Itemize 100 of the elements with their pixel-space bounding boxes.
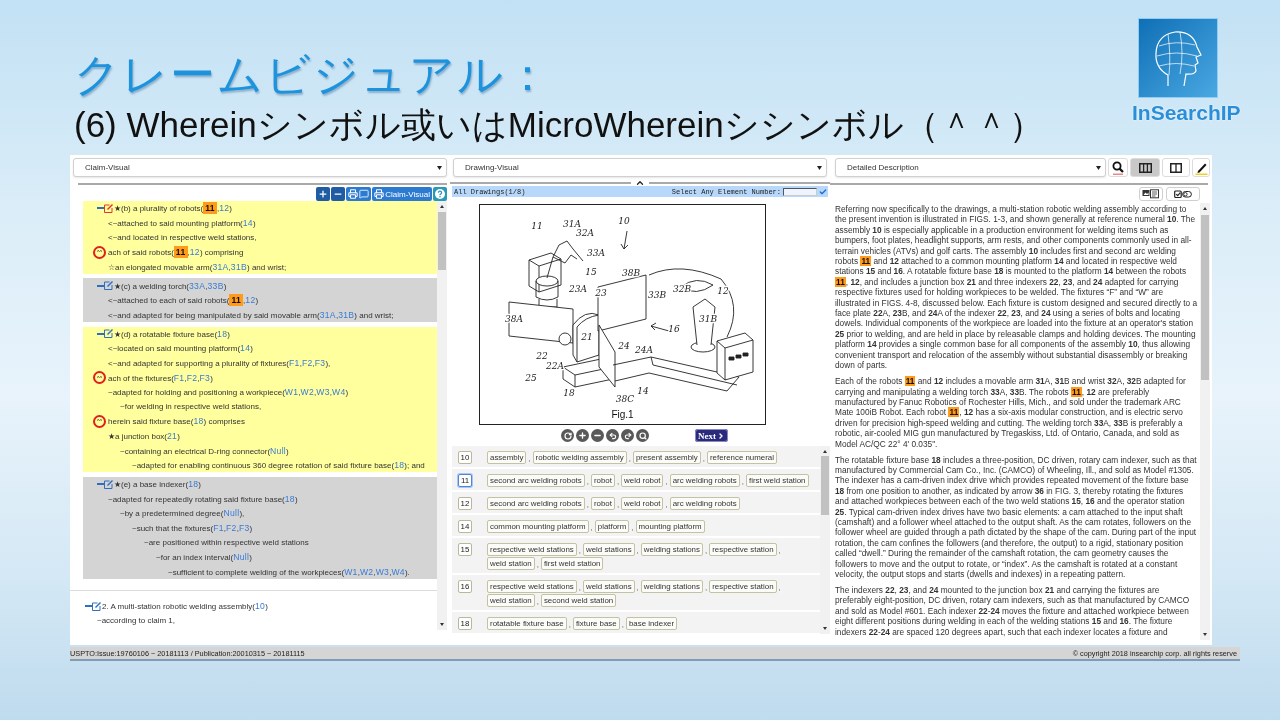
image-text-button[interactable] [1139,187,1163,201]
reference-label: 38A [504,314,523,324]
claim-line: ★(d) a rotatable fixture base(18) [114,328,230,339]
reference-label: 12 [716,286,729,296]
view-dropdown[interactable]: Drawing-Visual [453,158,827,177]
reference-label: 33A [586,248,605,258]
print-comments-button[interactable] [346,187,372,201]
help-button[interactable] [433,187,447,201]
image-text-icon [1142,189,1160,199]
print-visual-button[interactable]: Claim-Visual [372,187,432,201]
highlighter-button[interactable] [1192,158,1210,177]
reference-label: 32B [672,284,691,294]
claim-line: ☆an elongated movable arm(31A,31B) and wrist; [108,261,287,272]
caret-icon [817,165,822,170]
logo-icon [1138,18,1218,98]
reference-label: 11 [530,221,543,231]
collapse-all-button[interactable] [331,187,346,201]
claim-line: ~for welding in respective weld stations, [120,402,262,412]
rotate-left-button[interactable] [606,429,619,442]
claim-line: ★(c) a welding torch(33A,33B) [114,280,227,291]
claim-line: ★a junction box(21) [108,431,180,441]
reference-label: 24A [634,345,653,355]
logo-text: InSearchIP [1132,102,1241,124]
chevron-right-icon [717,431,725,440]
zoom-out-button[interactable] [591,429,604,442]
rotate-right-button[interactable] [621,429,634,442]
description-paragraph: The indexers 22, 23, and 24 mounted to the junction box 21 and carrying the fixtures are preferably eight-position, DC driven, rotary cam indexers, such as that manufactured by CAMCO and sold as Model #601. Each indexer 22-24 moves the fixture and attached workpiece between eight different positions during welding in each of the welding stations 15 and 16. The fixture indexers 22-24 are spaced 120 degrees apart, such that each indexer locates a fixture and [835,585,1191,638]
claim-line: ~according to claim 1, [97,616,176,626]
three-column-icon [1138,162,1152,173]
claim-line: herein said fixture base(18) comprises [108,416,245,427]
claim-line: <~and adapted for supporting a plurality of fixtures(F1,F2,F3), [108,358,331,368]
layout-button[interactable] [1162,158,1190,177]
reset-button[interactable] [561,429,574,442]
view-dropdown[interactable]: Claim-Visual [73,158,447,177]
claim-line: ach of the fixtures(F1,F2,F3) [108,372,213,383]
claim-line: 2. A multi-station robotic welding assembly(10) [102,601,268,612]
redo-icon [623,431,632,440]
reference-label: 16 [667,324,680,334]
caret-icon [1096,165,1101,170]
view-dropdown[interactable]: Detailed Description [835,158,1106,177]
claim-line: ★(e) a base indexer(18) [114,479,201,490]
chevron-up-icon[interactable] [635,178,645,188]
next-button[interactable]: Next [695,429,728,442]
printer-icon [374,189,385,199]
plus-icon [578,431,587,440]
description-paragraph: Each of the robots 11 and 12 includes a movable arm 31A, 31B and wrist 32A, 32B adapted for carrying and manipulating a welding torch 33A, 33B. The robots 11, 12 are preferably manufactured by Fanuc Robotics of Rochester Hills, Mich., and sold under the trademark ARC Mate 100iB Robot. Each robot 11, 12 has a six-axis modular construction, and is electric servo driven for precision high-speed welding and cutting. The welding torch 33A, 33B is preferably a robotic, air-cooled MIG gun manufactured by Tregaskiss, Ltd. of Ontario, Canada, and sold as Model AC/QC 22° 4' 0.035". [835,376,1187,449]
scrollbar[interactable] [1200,203,1210,640]
reference-label: 38C [615,394,634,404]
two-column-icon [1170,162,1182,173]
undo-icon [608,431,617,440]
claim-line: <~attached to each of said robots( 11 ,12) [108,295,259,306]
claim-line: ~adapted for enabling continuous 360 degree rotation of said fixture base(18); and [132,460,425,471]
reference-label: 25 [524,373,537,383]
claim-line: ~for an index interval(Null) [156,552,252,563]
claim-line: <~attached to said mounting platform(14) [108,217,256,228]
slide-title: クレームビジュアル： [74,50,553,100]
reference-label: 14 [636,386,649,396]
reference-label: 22A [545,361,564,371]
layout-button[interactable] [1130,158,1160,177]
edit-icon[interactable] [104,203,113,213]
reference-label: 15 [584,267,597,277]
search-icon [638,431,647,440]
check-icon[interactable] [819,187,827,196]
claim-line: ~containing an electrical D-ring connector(Null) [120,445,289,456]
reference-label: 23 [594,288,607,298]
description-paragraph: The rotatable fixture base 18 includes a three-position, DC driven, rotary cam indexer, such as that manufactured by Commercial Cam Co., Inc. (CAMCO) of Wheeling, Ill., and sold as Model #1305. The indexer has a cam-driven index drive which provides repeated movement of the fixture base 18 from one position to another, as indicated by arrow 36 in FIG. 3, thereby rotating the fixtures and attached workpieces between each of the two weld stations 15, 16 and the operator station 25. Typical cam-driven index drives have two basic elements: a cam attached to the input shaft (camshaft) and a follower wheel attached to the output shaft. As the cam rotates, followers on the follower wheel are guided through a path dictated by the shape of the cam. During part of the input rotation, the cam confines the followers (and therefore, the output) to a rigid, stationary position called “dwell.” During the remainder of the camshaft rotation, the cam geometry causes the followers to move and the output to rotate, or “index”. As the camshaft is rotated at a constant velocity, the output stops and starts (dwells and indexes) in a repeating pattern. [835,454,1198,580]
reference-label: 31B [698,314,717,324]
claim-line: ★(b) a plurality of robots( 11 ,12) [114,203,233,214]
scrollbar[interactable] [437,201,447,630]
reference-label: 10 [617,216,630,226]
printer-icon [348,189,359,199]
reference-label: 18 [562,388,575,398]
check-toggle-icon [1174,189,1192,199]
edit-icon[interactable] [104,479,113,489]
plus-icon [318,189,329,199]
edit-icon[interactable] [104,329,113,339]
edit-icon[interactable] [92,601,101,611]
figure-caption: Fig.1 [611,409,634,421]
claim-line: ~by a predetermined degree(Null), [120,508,245,519]
expand-all-button[interactable] [316,187,331,201]
zoom-in-button[interactable] [576,429,589,442]
scrollbar[interactable] [820,446,830,634]
claim-line: ~adapted for repeatedly rotating said fixture base(18) [108,493,298,504]
help-icon [435,189,445,199]
claim-line: <~located on said mounting platform(14) [108,343,253,354]
description-paragraph: Referring now specifically to the drawings, a multi-station robotic welding assembly according to the present invention is illustrated in FIGS. 1-3, and shown generally at reference numeral 10. The assembly 10 is especially applicable in a production environment for welding items such as bumpers, foot plates, headlight supports, arm rests, and other components commonly used in all-terrain vehicles (ATVs) and golf carts. The assembly 10 includes first and second arc welding robots 11 and 12 attached to a common mounting platform 14 and located in respective weld stations 15 and 16. A rotatable fixture base 18 is mounted to the platform 14 between the robots 11, 12, and includes a junction box 21 and three indexers 22, 23, and 24 adapted for carrying respective fixtures used for holding workpieces to be welded. The fixtures “F” and “W” are illustrated in FIGS. 4-8, discussed below. Each fixture is custom designed and secured directly to a face plate 22A, 23B, and 24A of the indexer 22, 23, and 24 using a series of bolts and locating dowels. Individual components of the workpiece are loaded into the fixture at an operator's station 25 prior to welding, and are held in place by releasable clamps and holding devices. The mounting platform 14 provides a single common base for all components of the assembly 10, thus allowing convenient transport and relocation of the assembly without substantial disassembly or breaking down of parts. [835,204,1198,371]
reference-label: 31A [562,219,581,229]
reference-label: 23A [568,284,587,294]
claim-line: ~sufficient to complete welding of the workpieces(W1,W2,W3,W4). [168,566,410,577]
reference-label: 24 [617,341,630,351]
caret-icon [437,165,442,170]
reference-label: 22 [535,351,548,361]
claim-line: ~such that the fixtures(F1,F2,F3) [132,522,253,533]
check-toggle-button[interactable] [1166,187,1200,201]
search-icon [1112,160,1124,175]
magnify-button[interactable] [636,429,649,442]
search-button[interactable] [1108,158,1128,177]
edit-icon[interactable] [104,281,113,291]
element-number-input[interactable] [783,187,817,196]
claim-line: <~and adapted for being manipulated by said movable arm(31A,31B) and wrist; [108,309,394,320]
